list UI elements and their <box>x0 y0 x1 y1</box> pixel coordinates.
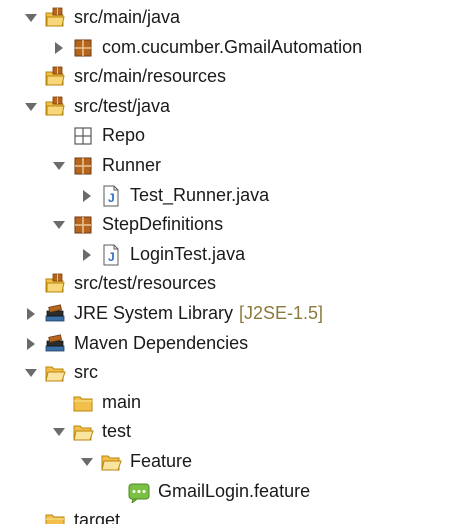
tree-item[interactable]: src/test/java <box>0 92 474 122</box>
tree-item-label: Feature <box>130 451 193 471</box>
java-file-icon: J <box>100 244 122 266</box>
tree-item-label: JRE System Library <box>74 303 234 323</box>
collapse-twisty-icon[interactable] <box>24 366 38 380</box>
tree-item[interactable]: src/main/resources <box>0 62 474 92</box>
folder-icon <box>44 510 66 524</box>
collapse-twisty-icon[interactable] <box>24 11 38 25</box>
source-folder-icon <box>44 7 66 29</box>
tree-item-label: Maven Dependencies <box>74 332 249 353</box>
expand-twisty-icon[interactable] <box>80 189 94 203</box>
tree-item[interactable]: J Test_Runner.java <box>0 181 474 211</box>
library-icon <box>44 303 66 325</box>
source-folder-icon <box>44 66 66 88</box>
package-icon <box>72 214 94 236</box>
tree-item-label: target <box>74 510 121 524</box>
expand-twisty-icon[interactable] <box>24 337 38 351</box>
package-explorer-tree: src/main/java com.cucumber.GmailAutomati… <box>0 0 474 524</box>
tree-item-label: src/test/java <box>74 95 171 116</box>
tree-item-label: Repo <box>102 125 146 146</box>
library-version-decoration: [J2SE-1.5] <box>239 303 324 323</box>
folder-open-icon <box>72 421 94 443</box>
collapse-twisty-icon[interactable] <box>24 100 38 114</box>
folder-open-icon <box>100 451 122 473</box>
tree-item-label: src/main/java <box>74 7 181 27</box>
tree-item[interactable]: Feature <box>0 447 474 477</box>
tree-item[interactable]: src/main/java <box>0 3 474 33</box>
folder-open-icon <box>44 362 66 384</box>
tree-item[interactable]: Runner <box>0 151 474 181</box>
tree-item-label: GmailLogin.feature <box>158 480 311 501</box>
tree-item-label: src/test/resources <box>74 273 217 294</box>
tree-item[interactable]: test <box>0 417 474 447</box>
tree-item-label: Test_Runner.java <box>130 184 270 205</box>
tree-item-label: main <box>102 391 142 412</box>
tree-item[interactable]: GmailLogin.feature <box>0 477 474 507</box>
package-icon <box>72 155 94 177</box>
tree-item[interactable]: src <box>0 358 474 388</box>
tree-item[interactable]: JRE System Library [J2SE-1.5] <box>0 299 474 329</box>
svg-text:J: J <box>108 191 115 205</box>
library-icon <box>44 333 66 355</box>
collapse-twisty-icon[interactable] <box>52 218 66 232</box>
tree-item-label: LoginTest.java <box>130 243 246 264</box>
expand-twisty-icon[interactable] <box>52 41 66 55</box>
collapse-twisty-icon[interactable] <box>80 455 94 469</box>
expand-twisty-icon[interactable] <box>80 248 94 262</box>
expand-twisty-icon[interactable] <box>24 307 38 321</box>
tree-item[interactable]: com.cucumber.GmailAutomation <box>0 33 474 63</box>
tree-item-label: src <box>74 362 98 383</box>
java-file-icon: J <box>100 185 122 207</box>
collapse-twisty-icon[interactable] <box>52 159 66 173</box>
tree-item[interactable]: Repo <box>0 121 474 151</box>
tree-item-label: src/main/resources <box>74 66 227 87</box>
tree-item[interactable]: StepDefinitions <box>0 210 474 240</box>
tree-item[interactable]: src/test/resources <box>0 269 474 299</box>
tree-item[interactable]: J LoginTest.java <box>0 240 474 270</box>
folder-icon <box>72 392 94 414</box>
source-folder-icon <box>44 96 66 118</box>
tree-item[interactable]: Maven Dependencies <box>0 329 474 359</box>
source-folder-icon <box>44 273 66 295</box>
tree-item-label: test <box>102 421 132 442</box>
tree-item[interactable]: target <box>0 506 474 524</box>
empty-package-icon <box>72 125 94 147</box>
tree-item-label: StepDefinitions <box>102 214 224 235</box>
tree-item-label: Runner <box>102 155 162 175</box>
tree-item-label: com.cucumber.GmailAutomation <box>102 36 363 57</box>
feature-file-icon <box>128 481 150 503</box>
tree-item[interactable]: main <box>0 388 474 418</box>
package-icon <box>72 37 94 59</box>
collapse-twisty-icon[interactable] <box>52 425 66 439</box>
svg-text:J: J <box>108 250 115 264</box>
